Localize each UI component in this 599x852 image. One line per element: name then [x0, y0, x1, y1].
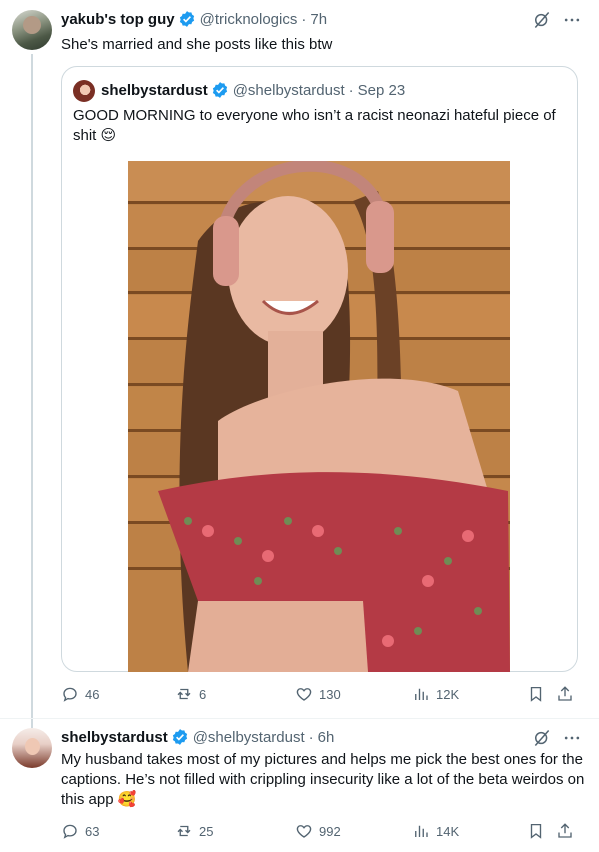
tweet-action-bar: 46 6 130 12K: [61, 685, 581, 707]
tweet-header: shelbystardust @shelbystardust · 6h: [61, 728, 334, 746]
avatar[interactable]: [12, 728, 52, 768]
quoted-avatar: [73, 80, 95, 102]
view-count: 12K: [436, 686, 460, 702]
share-button[interactable]: [556, 822, 574, 840]
views-button[interactable]: 14K: [412, 822, 459, 840]
grok-slash-icon[interactable]: [532, 10, 552, 30]
reply-button[interactable]: 46: [61, 685, 99, 703]
quoted-tweet-text: GOOD MORNING to everyone who isn’t a rac…: [73, 107, 556, 144]
repost-button[interactable]: 6: [175, 685, 206, 703]
share-button[interactable]: [556, 685, 574, 703]
timestamp[interactable]: 6h: [318, 729, 335, 746]
timestamp[interactable]: 7h: [310, 11, 327, 28]
like-count: 992: [319, 823, 341, 839]
separator-dot: ·: [301, 10, 307, 28]
repost-count: 25: [199, 823, 214, 839]
bookmark-button[interactable]: [527, 822, 545, 840]
separator-dot: ·: [308, 728, 314, 746]
reply-button[interactable]: 63: [61, 822, 99, 840]
grok-slash-icon[interactable]: [532, 728, 552, 748]
reply-icon: [63, 824, 77, 839]
repost-count: 6: [199, 686, 207, 702]
tweet[interactable]: yakub's top guy @tricknologics · 7h She'…: [0, 0, 599, 728]
quoted-author-handle: @shelbystardust: [232, 81, 345, 99]
tweet-text: She's married and she posts like this bt…: [61, 36, 333, 53]
reply-icon: [63, 687, 77, 702]
view-count: 14K: [436, 823, 460, 839]
more-dots-icon[interactable]: [562, 10, 582, 30]
views-button[interactable]: 12K: [412, 685, 459, 703]
repost-icon: [177, 825, 191, 837]
author-name[interactable]: shelbystardust: [61, 729, 168, 746]
like-count: 130: [319, 686, 341, 702]
quoted-tweet-header: shelbystardust @shelbystardust · Sep 23: [101, 81, 405, 99]
tweet-text: My husband takes most of my pictures and…: [61, 751, 585, 808]
tweet-action-bar: 63 25 992 14K: [61, 822, 581, 844]
author-handle[interactable]: @shelbystardust: [193, 729, 305, 746]
like-button[interactable]: 130: [295, 685, 341, 703]
reply-count: 63: [85, 823, 100, 839]
tweet-top-actions: [532, 10, 582, 30]
heart-icon: [296, 825, 312, 838]
quoted-photo[interactable]: [128, 161, 510, 672]
author-name[interactable]: yakub's top guy: [61, 11, 175, 28]
views-icon: [415, 825, 428, 837]
heart-icon: [296, 688, 312, 701]
thread-connector: [31, 54, 33, 728]
repost-button[interactable]: 25: [175, 822, 213, 840]
more-dots-icon[interactable]: [562, 728, 582, 748]
repost-icon: [177, 688, 191, 700]
bookmark-icon: [530, 823, 542, 839]
tweet-header: yakub's top guy @tricknologics · 7h: [61, 10, 327, 28]
bookmark-button[interactable]: [527, 685, 545, 703]
tweet-top-actions: [532, 728, 582, 748]
reply-count: 46: [85, 686, 100, 702]
author-handle[interactable]: @tricknologics: [200, 11, 298, 28]
share-icon: [558, 823, 572, 838]
verified-badge-icon: [212, 82, 227, 98]
quoted-date: Sep 23: [357, 81, 406, 99]
like-button[interactable]: 992: [295, 822, 341, 840]
views-icon: [415, 688, 428, 700]
verified-badge-icon: [172, 729, 187, 745]
quoted-author-name: shelbystardust: [101, 81, 208, 99]
bookmark-icon: [530, 686, 542, 702]
verified-badge-icon: [179, 11, 194, 27]
share-icon: [558, 686, 572, 701]
separator-dot: ·: [348, 81, 354, 99]
avatar[interactable]: [12, 10, 52, 50]
